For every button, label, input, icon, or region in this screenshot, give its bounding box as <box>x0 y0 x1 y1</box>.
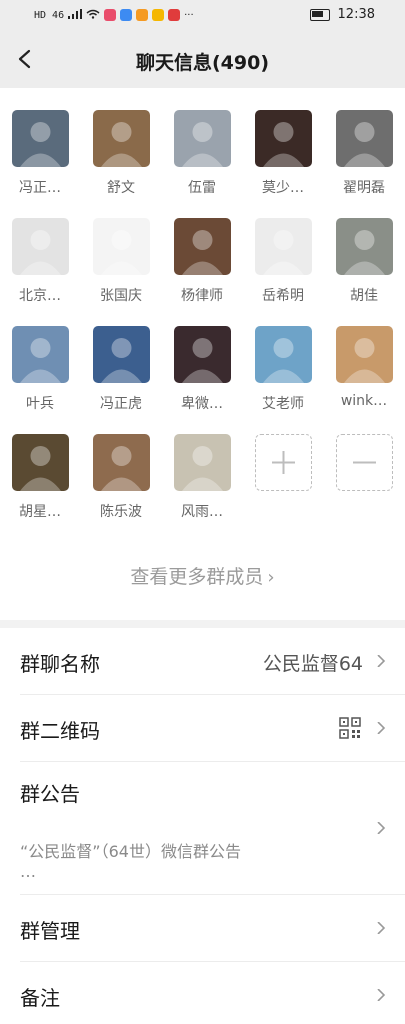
avatar <box>92 218 150 275</box>
group-name-label: 群聊名称 <box>20 652 100 676</box>
network-label: HD 46 <box>34 9 65 21</box>
signal-icon <box>68 8 83 22</box>
app-badge-icon <box>120 9 133 21</box>
app-badge-icon <box>136 9 149 21</box>
member-item[interactable]: 伍雷 <box>172 110 232 197</box>
avatar <box>335 218 393 275</box>
avatar <box>335 326 393 383</box>
remark-row[interactable]: 备注 <box>0 962 405 1024</box>
battery-icon <box>309 8 330 21</box>
member-name: 莫少… <box>262 180 304 196</box>
avatar <box>11 434 69 491</box>
member-name: 胡星… <box>19 504 61 520</box>
avatar <box>254 326 312 383</box>
avatar <box>173 110 231 167</box>
chevron-right-icon <box>377 655 386 667</box>
member-name: wink… <box>340 393 388 409</box>
member-item[interactable]: 冯正虎 <box>91 326 151 413</box>
see-more-members-link[interactable]: 查看更多群成员 › <box>0 562 405 589</box>
chevron-right-icon <box>377 989 386 1001</box>
settings-list: 群聊名称 公民监督64 群二维码 群公告 “公民监督”（64世）微信群公告 … … <box>0 628 405 1024</box>
member-name: 伍雷 <box>188 180 216 196</box>
avatar <box>92 434 150 491</box>
member-name: 艾老师 <box>262 396 304 412</box>
member-item[interactable]: 岳希明 <box>253 218 313 305</box>
member-name: 翟明磊 <box>343 180 385 196</box>
avatar <box>173 218 231 275</box>
remove-member-button[interactable] <box>334 434 394 491</box>
member-item[interactable]: 冯正… <box>10 110 70 197</box>
member-item[interactable]: 艾老师 <box>253 326 313 413</box>
member-item[interactable]: 风雨… <box>172 434 232 521</box>
app-badge-icon <box>168 9 181 21</box>
group-qr-row[interactable]: 群二维码 <box>0 695 405 761</box>
clock: 12:38 <box>337 7 375 22</box>
chevron-right-icon: › <box>267 567 275 588</box>
member-item[interactable]: 莫少… <box>253 110 313 197</box>
chevron-right-icon <box>377 922 386 934</box>
status-indicators: HD 46 ··· <box>34 8 194 22</box>
member-name: 舒文 <box>107 180 135 196</box>
member-name: 北京… <box>19 288 61 304</box>
member-name: 冯正虎 <box>100 396 142 412</box>
member-name: 杨律师 <box>181 288 223 304</box>
app-badge-icon <box>104 9 117 21</box>
avatar <box>173 434 231 491</box>
group-name-row[interactable]: 群聊名称 公民监督64 <box>0 628 405 694</box>
avatar <box>11 110 69 167</box>
avatar <box>335 110 393 167</box>
group-notice-ellipsis: … <box>20 862 36 881</box>
minus-icon <box>352 461 376 464</box>
avatar <box>92 110 150 167</box>
member-name: 冯正… <box>19 180 61 196</box>
avatar <box>173 326 231 383</box>
chevron-right-icon <box>377 722 386 734</box>
wifi-icon <box>86 8 100 22</box>
remark-label: 备注 <box>20 986 60 1010</box>
status-bar: HD 46 ··· 12:38 <box>0 0 405 32</box>
group-name-value: 公民监督64 <box>262 653 363 675</box>
member-name: 陈乐波 <box>100 504 142 520</box>
group-notice-label: 群公告 <box>20 782 80 806</box>
group-notice-row[interactable]: 群公告 “公民监督”（64世）微信群公告 … <box>0 762 405 894</box>
group-notice-text: “公民监督”（64世）微信群公告 <box>20 842 241 861</box>
member-name: 张国庆 <box>100 288 142 304</box>
avatar <box>254 218 312 275</box>
member-item[interactable]: 陈乐波 <box>91 434 151 521</box>
member-item[interactable]: wink… <box>334 326 394 409</box>
avatar <box>11 326 69 383</box>
avatar <box>254 110 312 167</box>
member-item[interactable]: 卑微… <box>172 326 232 413</box>
plus-icon <box>271 451 295 474</box>
more-notifications-icon: ··· <box>184 9 194 21</box>
app-badge-icon <box>152 9 165 21</box>
member-name: 卑微… <box>181 396 223 412</box>
qr-code-icon <box>339 717 361 739</box>
member-name: 风雨… <box>181 504 223 520</box>
group-manage-label: 群管理 <box>20 919 80 943</box>
member-grid: 冯正… 舒文 伍雷 莫少… 翟明磊北京… 张国庆 杨律师 岳希明 胡佳叶兵 冯正虎 卑微… 艾老师 wi… <box>0 88 405 620</box>
member-item[interactable]: 北京… <box>10 218 70 305</box>
member-item[interactable]: 杨律师 <box>172 218 232 305</box>
member-name: 岳希明 <box>262 288 304 304</box>
member-item[interactable]: 翟明磊 <box>334 110 394 197</box>
member-item[interactable]: 叶兵 <box>10 326 70 413</box>
page-title: 聊天信息(490) <box>135 52 270 74</box>
member-item[interactable]: 张国庆 <box>91 218 151 305</box>
status-right: 12:38 <box>309 7 375 22</box>
see-more-label: 查看更多群成员 <box>130 566 264 588</box>
member-item[interactable]: 舒文 <box>91 110 151 197</box>
chevron-right-icon <box>377 822 386 834</box>
add-member-button[interactable] <box>253 434 313 491</box>
nav-bar: 聊天信息(490) <box>0 32 405 88</box>
avatar <box>11 218 69 275</box>
group-qr-label: 群二维码 <box>20 719 100 743</box>
group-manage-row[interactable]: 群管理 <box>0 895 405 961</box>
member-name: 胡佳 <box>350 288 378 304</box>
member-name: 叶兵 <box>26 396 54 412</box>
avatar <box>92 326 150 383</box>
member-item[interactable]: 胡星… <box>10 434 70 521</box>
member-item[interactable]: 胡佳 <box>334 218 394 305</box>
